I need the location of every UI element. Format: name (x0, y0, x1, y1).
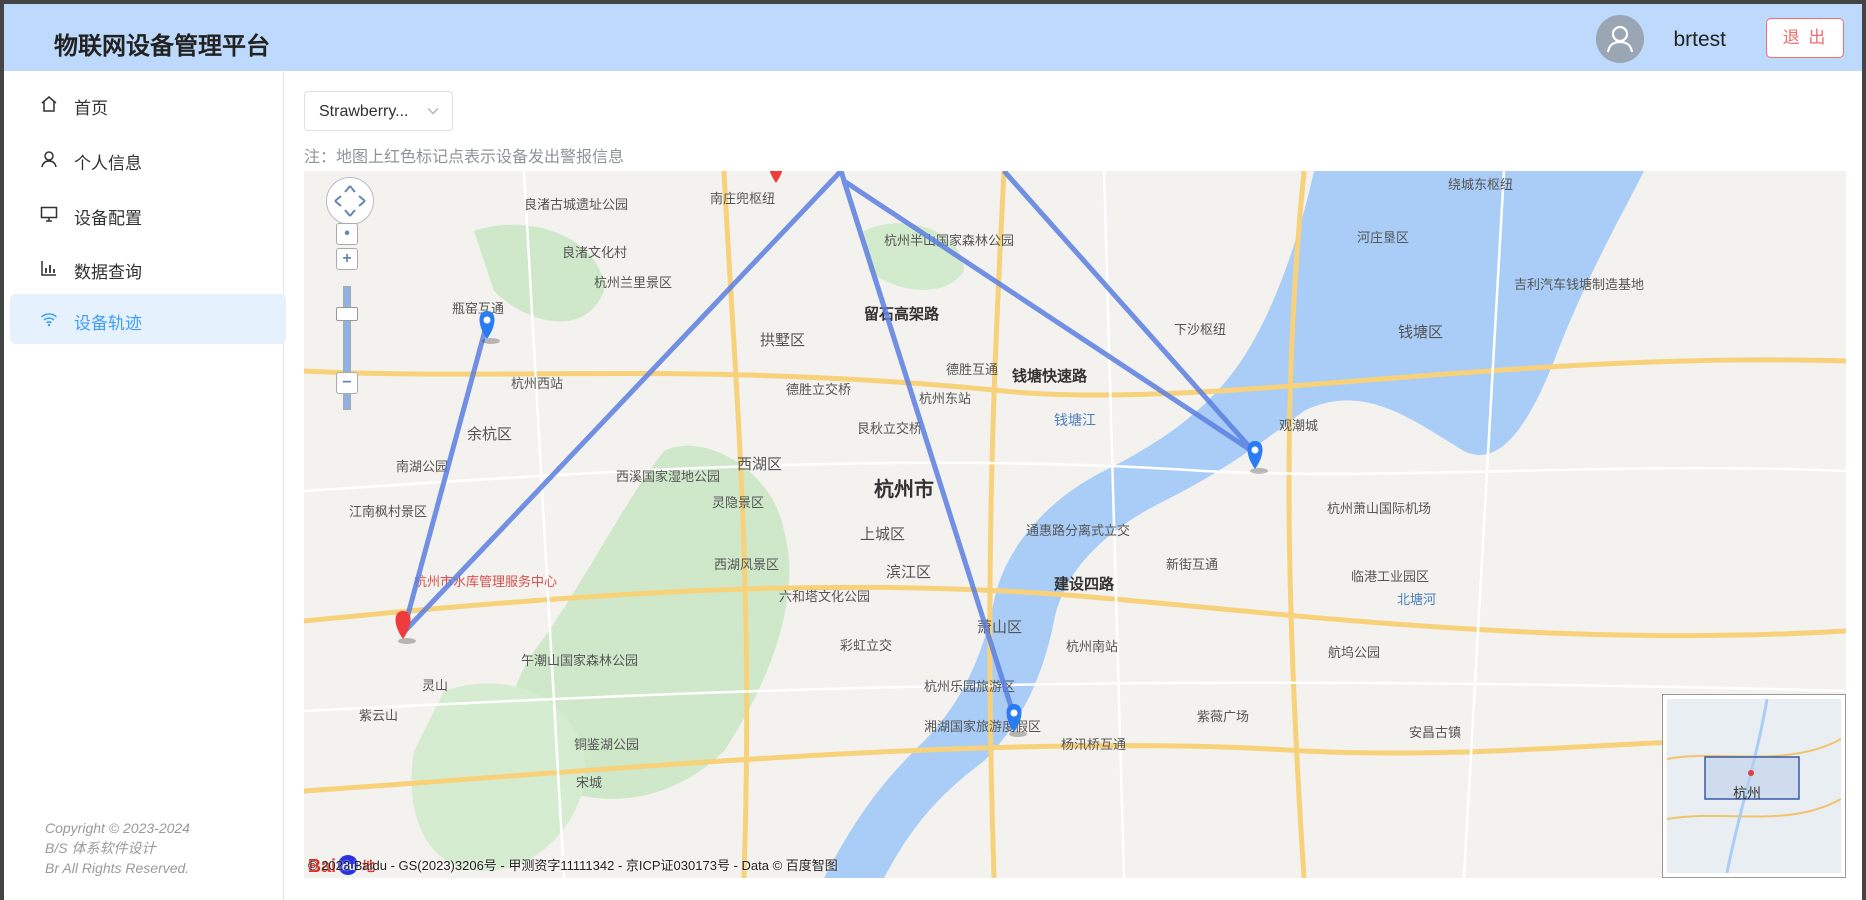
map-note: 注：地图上红色标记点表示设备发出警报信息 (304, 149, 625, 166)
device-marker[interactable] (1247, 441, 1269, 474)
footer-rights: Br All Rights Reserved. (45, 860, 190, 876)
label-hezhuang: 河庄垦区 (1357, 230, 1409, 245)
label-pingyao: 瓶窑互通 (452, 301, 504, 316)
map-zoom-out-button[interactable]: − (336, 372, 358, 394)
sidebar: 首页 个人信息 设备配置 数据查询 设备轨迹 Copyright © 2023- (4, 71, 286, 900)
label-shangcheng: 上城区 (860, 526, 905, 543)
label-tongjian: 铜鉴湖公园 (574, 737, 639, 752)
label-desheng: 德胜立交桥 (786, 382, 851, 397)
label-lingshan: 灵山 (422, 678, 448, 693)
user-icon (41, 151, 57, 168)
label-yuhang: 余杭区 (467, 425, 512, 443)
username: brtest (1673, 28, 1726, 51)
label-beihu: 北塘河 (1397, 592, 1436, 607)
map-zoom-in-button[interactable]: + (336, 248, 358, 270)
alarm-marker[interactable] (395, 611, 417, 644)
label-qiantang: 钱塘区 (1398, 324, 1443, 341)
label-nanhu-park: 南湖公园 (396, 459, 448, 474)
footer-course: B/S 体系软件设计 (45, 840, 156, 856)
monitor-icon (40, 206, 58, 222)
map-zoom-knob[interactable] (336, 307, 358, 321)
label-anchang: 安昌古镇 (1409, 725, 1461, 740)
pan-arrows-icon (334, 185, 366, 217)
map-pan-control[interactable] (326, 177, 374, 225)
sidebar-item-label: 个人信息 (74, 154, 142, 173)
map-canvas: 杭州市 西湖区 上城区 滨江区 萧山区 余杭区 拱墅区 钱塘区 西溪国家湿地公园… (304, 171, 1846, 878)
logout-button[interactable]: 退 出 (1766, 18, 1844, 58)
track-map[interactable]: 杭州市 西湖区 上城区 滨江区 萧山区 余杭区 拱墅区 钱塘区 西溪国家湿地公园… (304, 171, 1846, 878)
sidebar-item-data-query[interactable]: 数据查询 (10, 243, 286, 293)
label-linping: 临港工业园区 (1351, 569, 1429, 584)
label-lingyin: 灵隐景区 (712, 495, 764, 510)
map-copyright: © 2023 Baidu - GS(2023)3206号 - 甲测资字11111… (308, 858, 838, 873)
bar-chart-icon (41, 261, 56, 276)
label-wuchao: 午潮山国家森林公园 (521, 653, 638, 668)
label-binjiang: 滨江区 (886, 564, 931, 581)
label-hangwu: 航坞公园 (1328, 645, 1380, 660)
label-lanli: 杭州兰里景区 (594, 275, 672, 290)
sidebar-item-label: 首页 (74, 99, 108, 118)
user-avatar-icon (1596, 15, 1644, 63)
sidebar-item-home[interactable]: 首页 (10, 79, 286, 129)
label-xihu-scenic: 西湖风景区 (714, 557, 779, 572)
main-content: Strawberry... 注：地图上红色标记点表示设备发出警报信息 杭州市 西… (284, 71, 1862, 900)
sidebar-item-label: 数据查询 (74, 263, 142, 282)
label-caihong: 彩虹立交 (840, 638, 892, 653)
label-nanzhuang: 南庄兜枢纽 (710, 191, 775, 206)
label-xinjie: 新街互通 (1166, 557, 1218, 572)
sidebar-item-device-config[interactable]: 设备配置 (10, 189, 286, 239)
label-genshan: 艮秋立交桥 (857, 421, 922, 436)
label-jianshe4: 建设四路 (1054, 575, 1115, 593)
map-locate-button[interactable]: • (336, 223, 358, 245)
device-select-value: Strawberry... (319, 103, 409, 120)
label-south-station: 杭州南站 (1066, 639, 1118, 654)
label-airport: 杭州萧山国际机场 (1327, 501, 1431, 516)
sidebar-footer: Copyright © 2023-2024 B/S 体系软件设计 Br All … (45, 818, 190, 878)
label-guanchao: 观潮城 (1279, 418, 1318, 433)
label-qiantang-river: 钱塘江 (1054, 412, 1096, 428)
app-title: 物联网设备管理平台 (54, 33, 270, 60)
alarm-marker[interactable] (769, 171, 784, 183)
top-header: 物联网设备管理平台 brtest 退 出 (4, 4, 1862, 71)
label-hangzhou: 杭州市 (874, 477, 934, 501)
label-ziyun: 紫云山 (359, 708, 398, 723)
label-shaocheng: 绕城东枢纽 (1448, 177, 1513, 192)
avatar[interactable] (1596, 15, 1644, 63)
label-tongchuan: 通惠路分离式立交 (1026, 523, 1130, 538)
label-xixi: 西溪国家湿地公园 (616, 469, 720, 484)
sidebar-item-device-track[interactable]: 设备轨迹 (10, 294, 286, 344)
label-east-station: 杭州东站 (919, 391, 971, 406)
label-yangxun: 杨汛桥互通 (1061, 737, 1126, 752)
map-overview[interactable]: 杭州 (1662, 694, 1846, 878)
label-ziwei: 紫薇广场 (1197, 709, 1249, 724)
label-banshan: 杭州半山国家森林公园 (884, 233, 1014, 248)
label-songcheng: 宋城 (576, 775, 602, 790)
label-west-station: 杭州西站 (511, 376, 563, 391)
sidebar-item-label: 设备轨迹 (74, 314, 142, 333)
label-desheng-hutong: 德胜互通 (946, 362, 998, 377)
footer-copyright: Copyright © 2023-2024 (45, 820, 190, 836)
label-gongshu: 拱墅区 (760, 332, 805, 349)
label-jili: 吉利汽车钱塘制造基地 (1514, 277, 1644, 292)
chevron-down-icon (427, 108, 439, 115)
label-reservoir: 杭州市水库管理服务中心 (414, 574, 557, 589)
home-icon (41, 96, 57, 112)
label-liangzhu-park: 良渚古城遗址公园 (524, 197, 628, 212)
label-xiasha: 下沙枢纽 (1174, 322, 1226, 337)
device-select[interactable]: Strawberry... (304, 91, 453, 131)
label-liangzhu: 良渚文化村 (562, 245, 627, 260)
wifi-icon (40, 313, 58, 327)
label-xihu-district: 西湖区 (737, 456, 782, 473)
overview-city-label: 杭州 (1733, 785, 1761, 801)
label-qiantang-expwy: 钱塘快速路 (1012, 367, 1088, 385)
label-liushi: 留石高架路 (864, 305, 940, 323)
sidebar-item-label: 设备配置 (74, 209, 142, 228)
label-jiangnan: 江南枫村景区 (349, 504, 427, 519)
sidebar-item-profile[interactable]: 个人信息 (10, 134, 286, 184)
label-liuhe: 六和塔文化公园 (779, 589, 870, 604)
